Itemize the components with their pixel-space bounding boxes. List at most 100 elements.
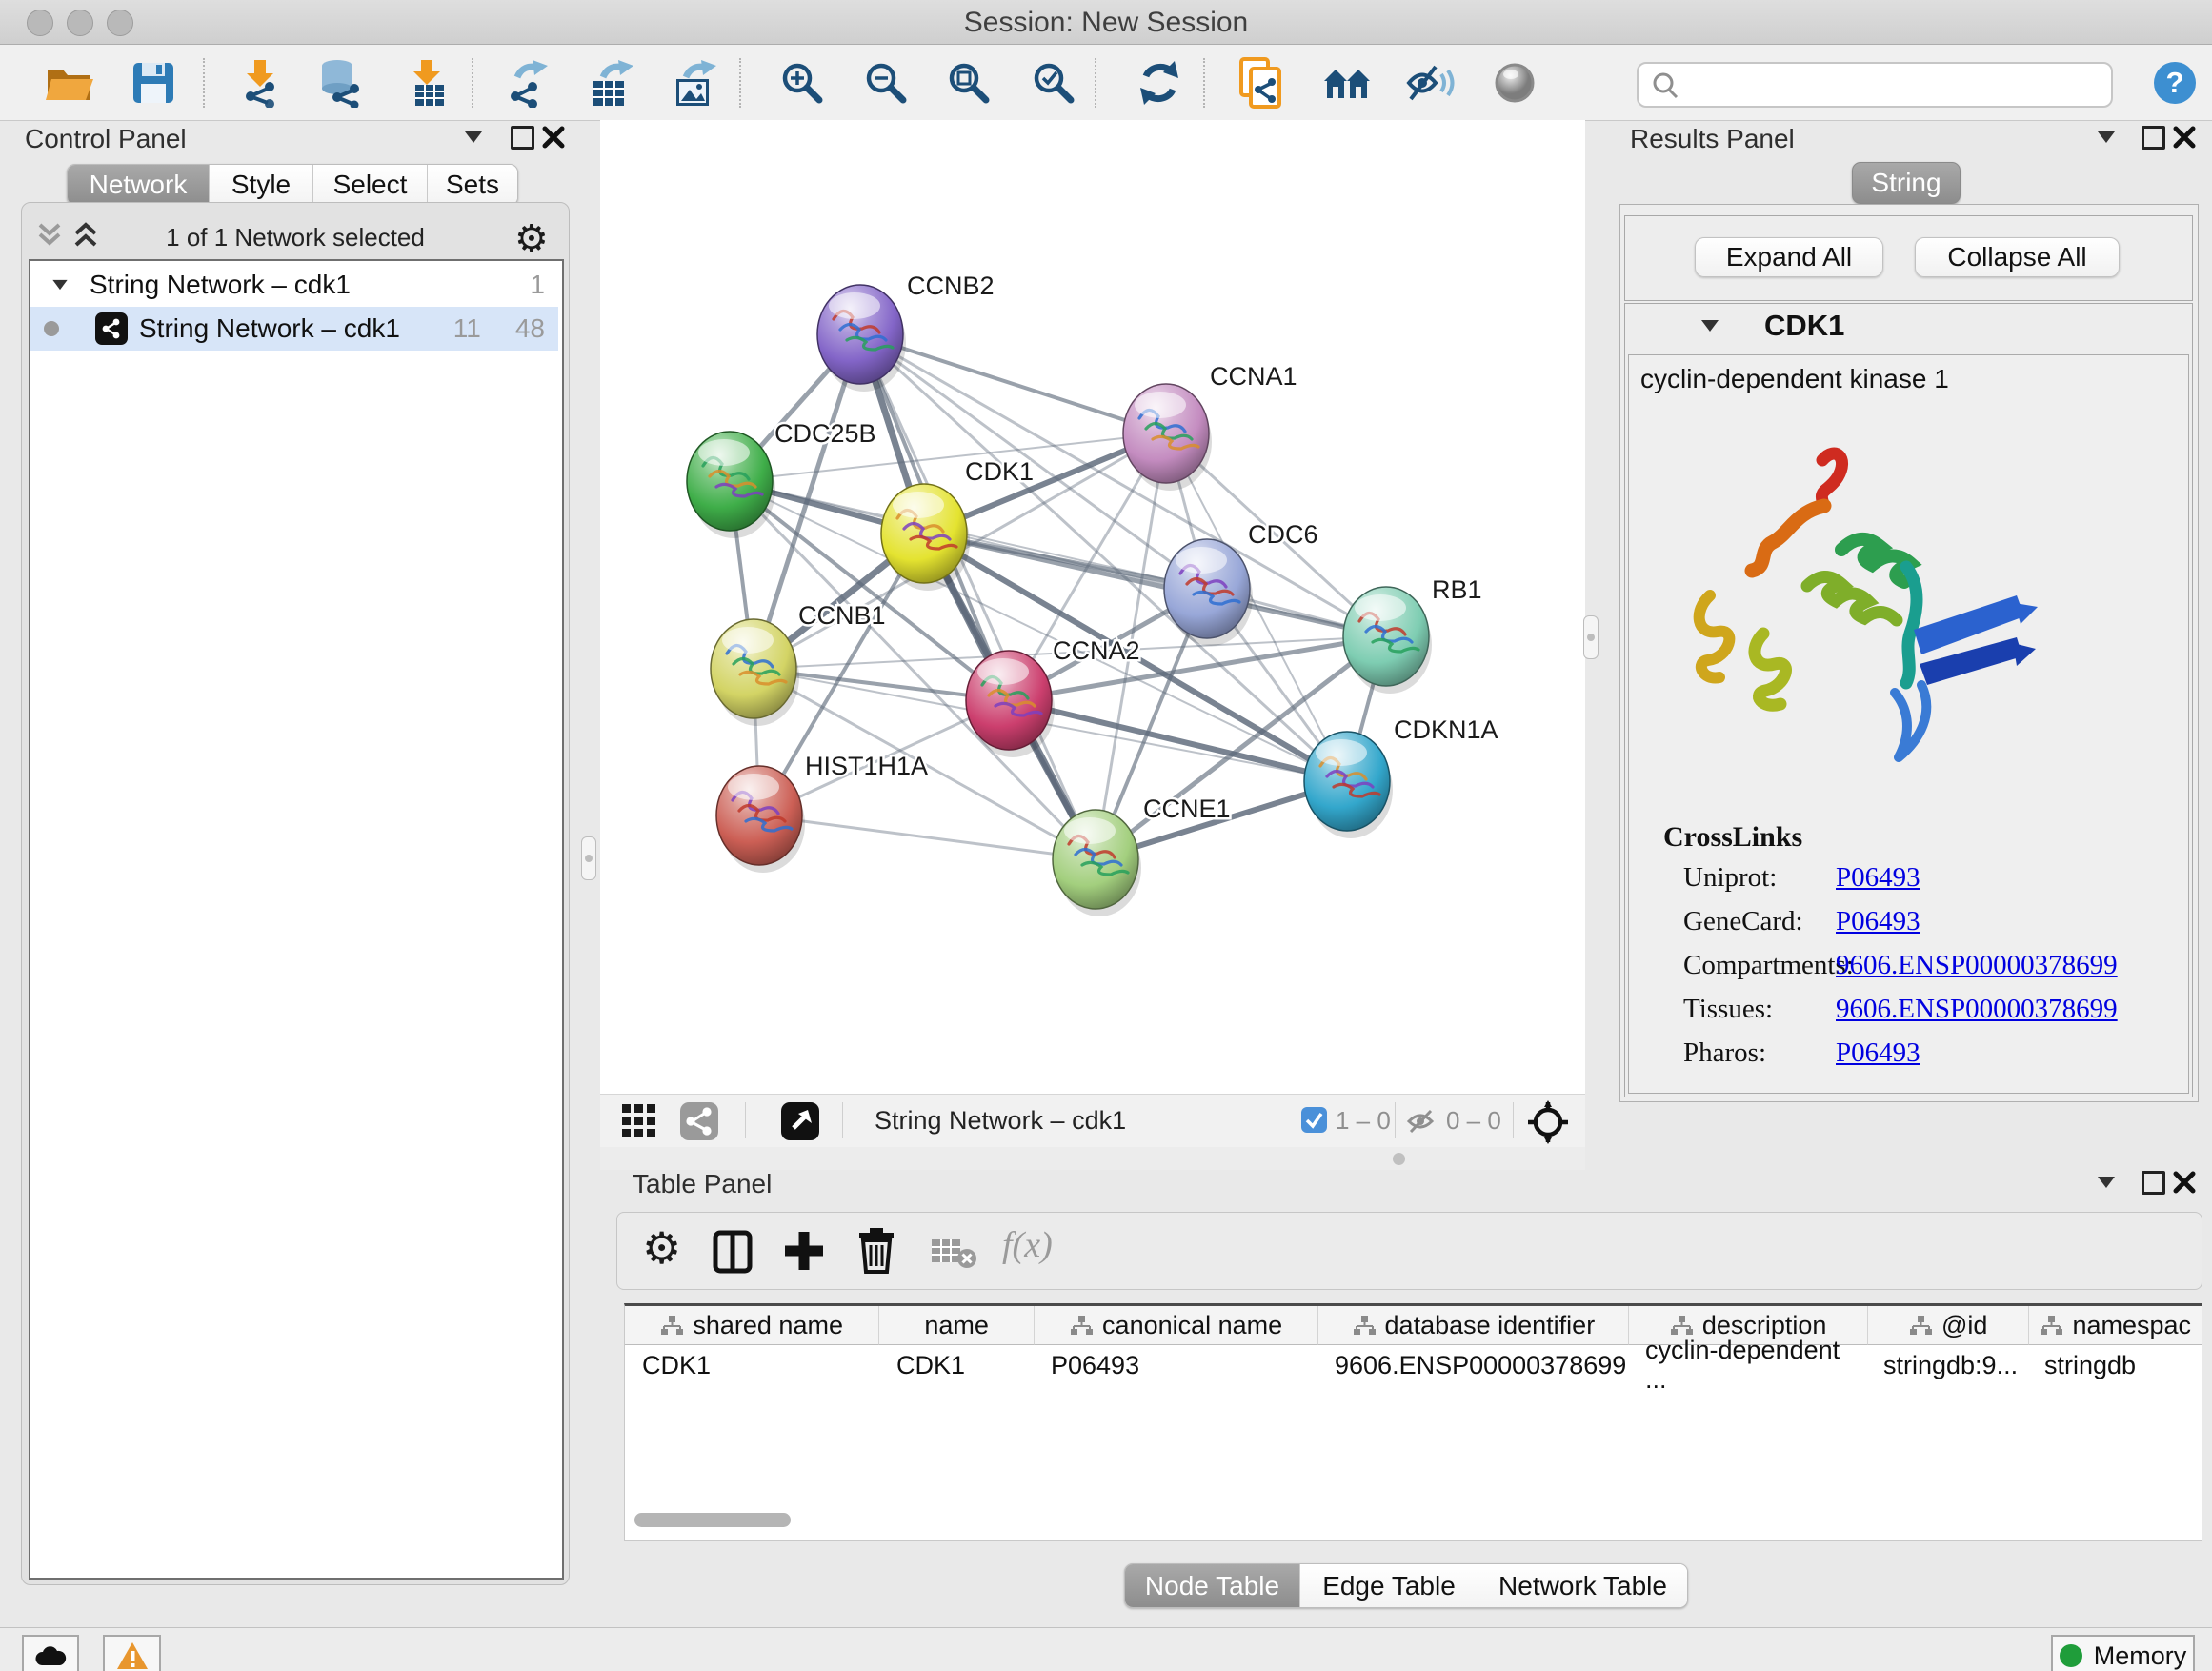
table-panel-float-icon[interactable] — [2142, 1171, 2165, 1195]
network-collection-row[interactable]: String Network – cdk1 1 — [30, 263, 558, 307]
network-node-CDKN1A[interactable]: CDKN1A — [1304, 715, 1498, 838]
show-graphics-details-icon[interactable] — [1488, 56, 1541, 110]
network-node-RB1[interactable]: RB1 — [1343, 575, 1482, 694]
birdseye-view-icon[interactable] — [781, 1102, 821, 1142]
home-networks-icon[interactable] — [1320, 56, 1374, 110]
cell-namespace[interactable]: stringdb — [2027, 1345, 2200, 1385]
horizontal-splitter[interactable] — [600, 1147, 1585, 1170]
export-table-icon[interactable] — [584, 56, 637, 110]
selected-checkbox-icon[interactable] — [1301, 1107, 1328, 1134]
table-settings-gear-icon[interactable]: ⚙ — [642, 1222, 681, 1274]
cell-name[interactable]: CDK1 — [879, 1345, 1034, 1385]
crosslink-label: Uniprot: — [1683, 856, 1854, 899]
table-row[interactable]: CDK1 CDK1 P06493 9606.ENSP00000378699 cy… — [625, 1345, 2202, 1385]
table-tabs: Node Table Edge Table Network Table — [1124, 1563, 1688, 1608]
compartments-link[interactable]: 9606.ENSP00000378699 — [1836, 943, 2118, 987]
import-network-file-icon[interactable] — [234, 56, 288, 110]
collection-collapse-icon[interactable] — [52, 280, 67, 290]
tab-sets[interactable]: Sets — [428, 165, 517, 205]
memory-button[interactable]: Memory — [2051, 1635, 2195, 1671]
network-canvas[interactable]: CCNB2CCNA1CDC25BCDK1CDC6RB1CCNB1CCNA2CDK… — [600, 120, 1585, 1094]
table-panel-menu-icon[interactable] — [2098, 1177, 2115, 1188]
table-horizontal-scrollbar[interactable] — [634, 1513, 791, 1527]
cell-id[interactable]: stringdb:9... — [1866, 1345, 2027, 1385]
grid-view-icon[interactable] — [622, 1104, 670, 1138]
collapse-all-button[interactable]: Collapse All — [1915, 237, 2120, 277]
control-panel-close-icon[interactable] — [541, 125, 566, 150]
export-image-icon[interactable] — [667, 56, 720, 110]
open-session-icon[interactable] — [42, 56, 95, 110]
zoom-out-icon[interactable] — [859, 56, 913, 110]
delete-column-trash-icon[interactable] — [857, 1226, 895, 1274]
expand-all-button[interactable]: Expand All — [1695, 237, 1883, 277]
tab-network-table[interactable]: Network Table — [1478, 1564, 1687, 1607]
expand-all-networks-icon[interactable] — [70, 221, 103, 250]
clone-network-icon[interactable] — [1235, 56, 1288, 110]
tissues-link[interactable]: 9606.ENSP00000378699 — [1836, 987, 2118, 1031]
cell-shared-name[interactable]: CDK1 — [625, 1345, 879, 1385]
zoom-in-icon[interactable] — [775, 56, 829, 110]
right-splitter-grip[interactable] — [1583, 615, 1599, 659]
node-label-CCNB2: CCNB2 — [907, 272, 995, 300]
cell-description[interactable]: cyclin-dependent ... — [1628, 1345, 1866, 1385]
pharos-link[interactable]: P06493 — [1836, 1031, 2118, 1075]
tab-string[interactable]: String — [1852, 162, 1961, 204]
results-panel-close-icon[interactable] — [2172, 125, 2197, 150]
network-edge[interactable] — [759, 815, 1096, 859]
cloud-status-button[interactable] — [22, 1635, 79, 1671]
control-panel-menu-icon[interactable] — [465, 131, 482, 143]
zoom-fit-icon[interactable] — [942, 56, 995, 110]
network-node-CCNA1[interactable]: CCNA1 — [1123, 362, 1297, 491]
network-node-CCNB2[interactable]: CCNB2 — [817, 272, 995, 392]
create-column-plus-icon[interactable] — [783, 1230, 825, 1272]
collapse-all-networks-icon[interactable] — [34, 221, 67, 250]
import-table-icon[interactable] — [402, 56, 455, 110]
gene-section-collapse-icon[interactable] — [1701, 320, 1719, 332]
genecard-link[interactable]: P06493 — [1836, 899, 2118, 943]
cell-canonical-name[interactable]: P06493 — [1034, 1345, 1317, 1385]
column-header[interactable]: database identifier — [1318, 1306, 1629, 1345]
network-node-HIST1H1A[interactable]: HIST1H1A — [716, 752, 928, 873]
network-edge[interactable] — [860, 334, 1096, 859]
refresh-icon[interactable] — [1133, 56, 1186, 110]
left-splitter-grip[interactable] — [581, 836, 596, 880]
save-session-icon[interactable] — [127, 56, 180, 110]
column-header[interactable]: canonical name — [1035, 1306, 1318, 1345]
column-header[interactable]: shared name — [625, 1306, 879, 1345]
export-network-icon[interactable] — [501, 56, 554, 110]
move-crosshair-icon[interactable] — [1526, 1100, 1570, 1144]
network-options-gear-icon[interactable]: ⚙ — [514, 217, 549, 261]
search-box[interactable] — [1637, 62, 2113, 108]
show-columns-icon[interactable] — [713, 1230, 754, 1274]
string-view-icon[interactable] — [680, 1102, 720, 1142]
column-header[interactable]: @id — [1868, 1306, 2030, 1345]
tab-style[interactable]: Style — [210, 165, 313, 205]
column-header[interactable]: name — [879, 1306, 1035, 1345]
results-panel-menu-icon[interactable] — [2098, 131, 2115, 143]
search-input[interactable] — [1692, 66, 2111, 104]
cell-database-identifier[interactable]: 9606.ENSP00000378699 — [1317, 1345, 1628, 1385]
results-panel-float-icon[interactable] — [2142, 126, 2165, 150]
toolbar-separator — [472, 58, 473, 108]
warnings-button[interactable] — [103, 1635, 161, 1671]
network-node-CCNE1[interactable]: CCNE1 — [1053, 795, 1231, 916]
control-panel-float-icon[interactable] — [511, 126, 534, 150]
column-header[interactable]: namespac — [2029, 1306, 2202, 1345]
import-network-database-icon[interactable] — [314, 56, 368, 110]
network-edge[interactable] — [860, 334, 1166, 433]
network-row-selected[interactable]: String Network – cdk1 11 48 — [30, 307, 558, 351]
splitter-drag-dot[interactable] — [1393, 1153, 1405, 1165]
zoom-selected-icon[interactable] — [1027, 56, 1080, 110]
tab-select[interactable]: Select — [313, 165, 428, 205]
tab-edge-table[interactable]: Edge Table — [1300, 1564, 1478, 1607]
network-row-label: String Network – cdk1 — [139, 313, 400, 344]
table-panel-close-icon[interactable] — [2172, 1170, 2197, 1195]
tab-node-table[interactable]: Node Table — [1125, 1564, 1300, 1607]
network-node-CCNA2[interactable]: CCNA2 — [966, 636, 1140, 757]
uniprot-link[interactable]: P06493 — [1836, 856, 2118, 899]
network-edge[interactable] — [860, 334, 1386, 636]
tab-network[interactable]: Network — [68, 165, 210, 205]
help-icon[interactable]: ? — [2148, 56, 2202, 110]
footer-separator — [1395, 1102, 1396, 1138]
hide-selected-icon[interactable] — [1403, 56, 1457, 110]
